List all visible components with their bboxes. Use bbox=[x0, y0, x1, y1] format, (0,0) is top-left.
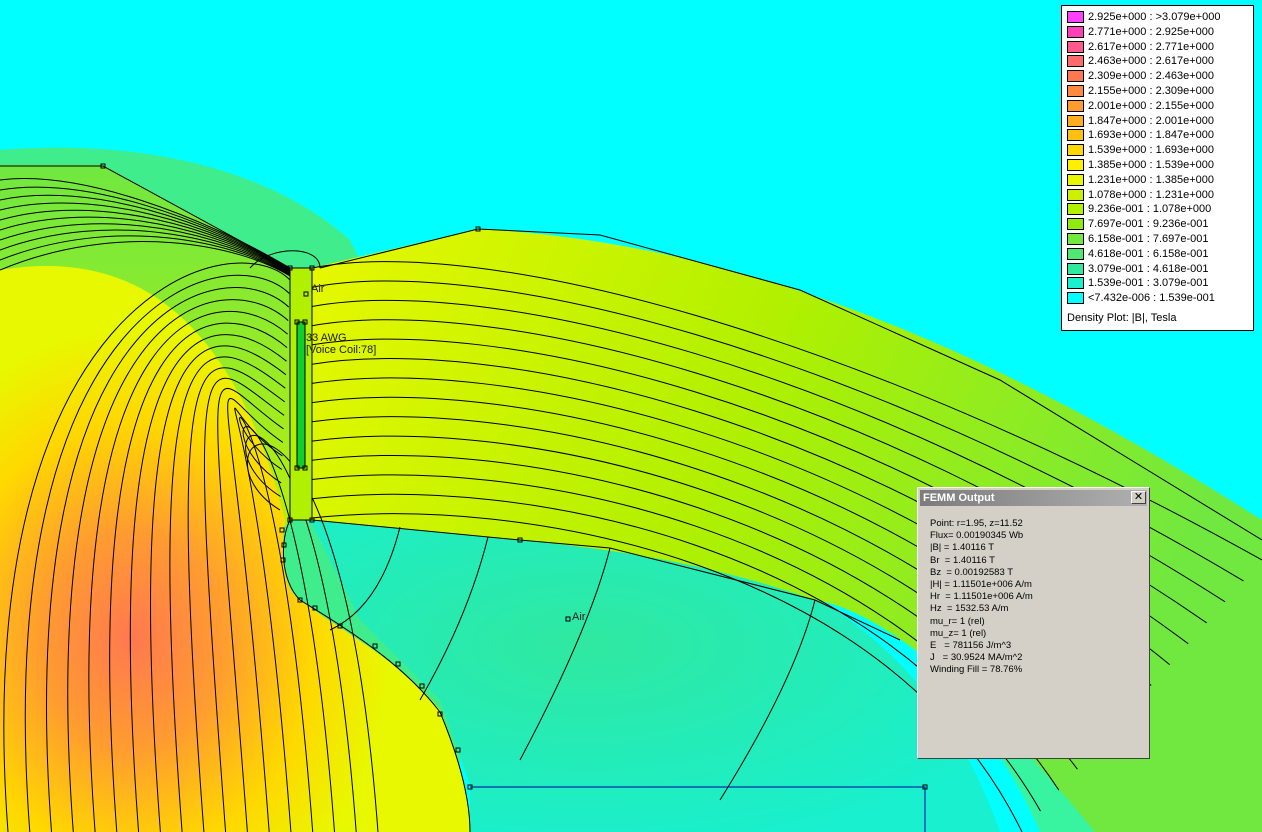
legend-range: 2.617e+000 : 2.771e+000 bbox=[1088, 40, 1215, 53]
legend-entry: 2.925e+000 : >3.079e+000 bbox=[1067, 10, 1253, 24]
coil-material-label: 33 AWG bbox=[306, 332, 347, 344]
legend-entry: 7.697e-001 : 9.236e-001 bbox=[1067, 217, 1253, 231]
legend-entry: 2.155e+000 : 2.309e+000 bbox=[1067, 84, 1253, 98]
output-values: Point: r=1.95, z=11.52 Flux= 0.00190345 W… bbox=[930, 518, 1033, 677]
legend-swatch bbox=[1067, 247, 1084, 260]
legend-swatch bbox=[1067, 173, 1084, 186]
output-line: |B| = 1.40116 T bbox=[930, 542, 995, 554]
legend-entry: 1.539e-001 : 3.079e-001 bbox=[1067, 276, 1253, 290]
legend-entry: 1.847e+000 : 2.001e+000 bbox=[1067, 114, 1253, 128]
output-line: Br = 1.40116 T bbox=[930, 554, 995, 566]
legend-range: 6.158e-001 : 7.697e-001 bbox=[1088, 233, 1209, 245]
legend-entry: 3.079e-001 : 4.618e-001 bbox=[1067, 262, 1253, 276]
legend-range: 2.001e+000 : 2.155e+000 bbox=[1088, 99, 1215, 112]
legend-range: 1.539e+000 : 1.693e+000 bbox=[1088, 144, 1215, 157]
legend-range: 2.463e+000 : 2.617e+000 bbox=[1088, 55, 1215, 68]
legend-swatch bbox=[1067, 40, 1084, 53]
legend-caption: Density Plot: |B|, Tesla bbox=[1067, 312, 1177, 324]
legend-entry: 2.463e+000 : 2.617e+000 bbox=[1067, 54, 1253, 68]
legend-range: 1.693e+000 : 1.847e+000 bbox=[1088, 129, 1215, 142]
coil-circuit-label: [Voice Coil:78] bbox=[306, 344, 377, 356]
legend-range: 7.697e-001 : 9.236e-001 bbox=[1088, 218, 1209, 231]
legend-swatch bbox=[1067, 292, 1084, 305]
legend-range: 9.236e-001 : 1.078e+000 bbox=[1088, 203, 1212, 216]
legend-swatch bbox=[1067, 277, 1084, 290]
output-line: Bz = 0.00192583 T bbox=[930, 566, 1014, 578]
legend-swatch bbox=[1067, 218, 1084, 231]
legend-swatch bbox=[1067, 25, 1084, 38]
legend-range: 1.385e+000 : 1.539e+000 bbox=[1088, 159, 1215, 171]
legend-swatch bbox=[1067, 262, 1084, 275]
legend-swatch bbox=[1067, 203, 1084, 216]
femm-output-window[interactable]: FEMM Output ✕ Point: r=1.95, z=11.52 Flux… bbox=[917, 487, 1150, 759]
output-line: mu_z= 1 (rel) bbox=[930, 627, 987, 639]
legend-entry: 1.693e+000 : 1.847e+000 bbox=[1067, 128, 1253, 142]
legend-range: 1.231e+000 : 1.385e+000 bbox=[1088, 173, 1215, 186]
legend-entry: 2.617e+000 : 2.771e+000 bbox=[1067, 40, 1253, 54]
legend-swatch bbox=[1067, 144, 1084, 157]
output-line: J = 30.9524 MA/m^2 bbox=[930, 652, 1023, 664]
legend-entry: 4.618e-001 : 6.158e-001 bbox=[1067, 247, 1253, 261]
legend-swatch bbox=[1067, 188, 1084, 201]
legend-entry: 9.236e-001 : 1.078e+000 bbox=[1067, 202, 1253, 216]
air-gap-label: Air bbox=[311, 283, 325, 295]
output-line: Winding Fill = 78.76% bbox=[930, 664, 1023, 676]
legend-range: 4.618e-001 : 6.158e-001 bbox=[1088, 247, 1209, 260]
output-line: Point: r=1.95, z=11.52 bbox=[930, 518, 1023, 529]
legend-swatch bbox=[1067, 99, 1084, 112]
legend-swatch bbox=[1067, 85, 1084, 97]
output-line: E = 781156 J/m^3 bbox=[930, 640, 1012, 652]
legend-entry: 2.309e+000 : 2.463e+000 bbox=[1067, 69, 1253, 83]
output-line: Hz = 1532.53 A/m bbox=[930, 603, 1009, 615]
legend-swatch bbox=[1067, 55, 1084, 68]
legend-entry: 1.539e+000 : 1.693e+000 bbox=[1067, 143, 1253, 157]
legend-swatch bbox=[1067, 11, 1084, 23]
output-line: Hr = 1.11501e+006 A/m bbox=[930, 591, 1033, 603]
legend-swatch bbox=[1067, 159, 1084, 171]
legend-range: 3.079e-001 : 4.618e-001 bbox=[1088, 262, 1209, 275]
legend-entry: 1.231e+000 : 1.385e+000 bbox=[1067, 173, 1253, 187]
legend-range: 2.925e+000 : >3.079e+000 bbox=[1088, 11, 1221, 23]
legend-range: 2.771e+000 : 2.925e+000 bbox=[1088, 25, 1215, 38]
close-icon[interactable]: ✕ bbox=[1131, 491, 1146, 504]
legend-range: 1.539e-001 : 3.079e-001 bbox=[1088, 277, 1209, 290]
legend-entry: 6.158e-001 : 7.697e-001 bbox=[1067, 232, 1253, 246]
legend-swatch bbox=[1067, 114, 1084, 127]
legend-range: 1.847e+000 : 2.001e+000 bbox=[1088, 114, 1215, 127]
legend-range: 2.155e+000 : 2.309e+000 bbox=[1088, 85, 1215, 97]
legend-range: 2.309e+000 : 2.463e+000 bbox=[1088, 70, 1215, 83]
legend-swatch bbox=[1067, 70, 1084, 83]
legend-entry: 1.078e+000 : 1.231e+000 bbox=[1067, 188, 1253, 202]
output-line: mu_r= 1 (rel) bbox=[930, 615, 985, 627]
color-legend: 2.925e+000 : >3.079e+000 2.771e+000 : 2.9… bbox=[1061, 5, 1254, 331]
legend-range: 1.078e+000 : 1.231e+000 bbox=[1088, 188, 1215, 201]
output-line: Flux= 0.00190345 Wb bbox=[930, 530, 1024, 542]
legend-entry: 1.385e+000 : 1.539e+000 bbox=[1067, 158, 1253, 172]
legend-swatch bbox=[1067, 129, 1084, 142]
voice-coil bbox=[296, 321, 306, 469]
legend-entry: 2.771e+000 : 2.925e+000 bbox=[1067, 25, 1253, 39]
legend-range: <7.432e-006 : 1.539e-001 bbox=[1088, 292, 1215, 305]
window-title[interactable]: FEMM Output bbox=[920, 490, 1147, 506]
legend-entry: 2.001e+000 : 2.155e+000 bbox=[1067, 99, 1253, 113]
air-region-label: Air bbox=[572, 611, 586, 623]
legend-entry: <7.432e-006 : 1.539e-001 bbox=[1067, 291, 1253, 305]
output-line: |H| = 1.11501e+006 A/m bbox=[930, 579, 1032, 591]
legend-swatch bbox=[1067, 233, 1084, 245]
